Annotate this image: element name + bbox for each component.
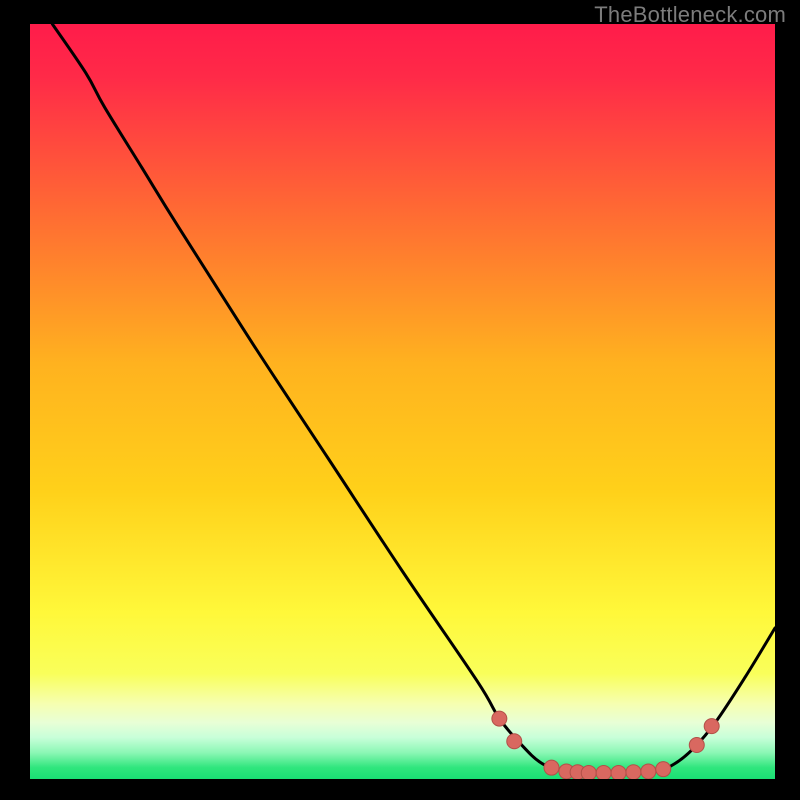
chart-svg — [30, 24, 775, 779]
data-marker — [492, 711, 507, 726]
data-marker — [611, 765, 626, 779]
data-marker — [626, 765, 641, 779]
watermark-text: TheBottleneck.com — [594, 2, 786, 28]
gradient-background — [30, 24, 775, 779]
chart-stage: TheBottleneck.com — [0, 0, 800, 800]
data-marker — [641, 764, 656, 779]
data-marker — [596, 765, 611, 779]
data-marker — [656, 762, 671, 777]
chart-plot — [30, 24, 775, 779]
data-marker — [689, 738, 704, 753]
data-marker — [507, 734, 522, 749]
data-marker — [704, 719, 719, 734]
data-marker — [581, 765, 596, 779]
data-marker — [544, 760, 559, 775]
